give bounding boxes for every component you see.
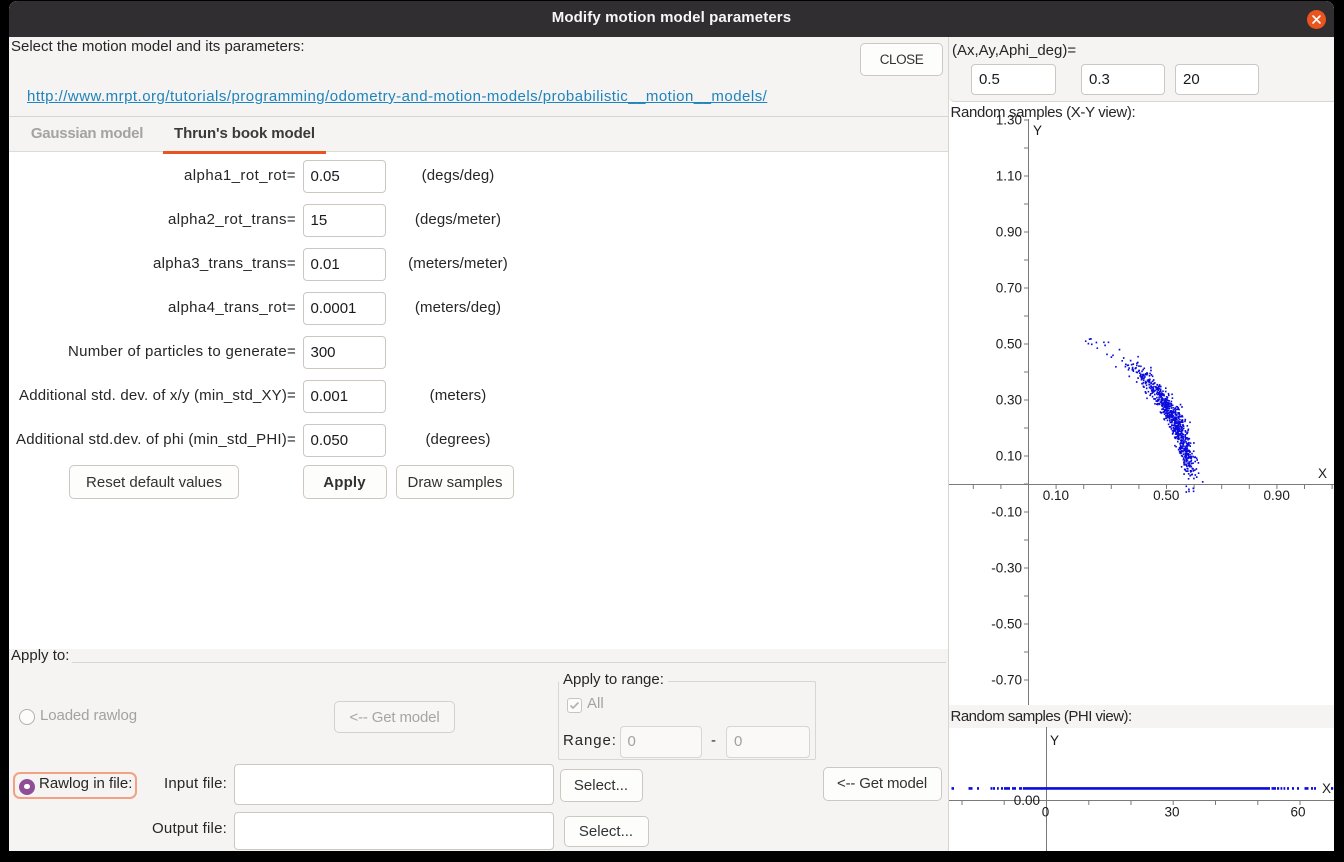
- svg-text:0.10: 0.10: [996, 449, 1022, 464]
- svg-text:0.70: 0.70: [996, 281, 1022, 296]
- svg-text:X: X: [1322, 781, 1331, 796]
- svg-text:0.90: 0.90: [996, 225, 1022, 240]
- svg-text:0.10: 0.10: [1043, 488, 1069, 503]
- svg-text:Y: Y: [1033, 123, 1042, 138]
- svg-text:X: X: [1318, 466, 1327, 481]
- svg-text:0: 0: [1042, 805, 1050, 820]
- svg-text:0.00: 0.00: [1014, 793, 1040, 808]
- svg-text:0.30: 0.30: [996, 393, 1022, 408]
- svg-text:60: 60: [1290, 805, 1305, 820]
- svg-text:-0.70: -0.70: [991, 673, 1022, 688]
- svg-text:1.10: 1.10: [996, 169, 1022, 184]
- svg-text:Y: Y: [1050, 733, 1059, 748]
- svg-text:-0.50: -0.50: [991, 617, 1022, 632]
- svg-text:30: 30: [1164, 805, 1179, 820]
- svg-text:0.50: 0.50: [1153, 488, 1179, 503]
- svg-text:-0.30: -0.30: [991, 561, 1022, 576]
- svg-text:0.50: 0.50: [996, 337, 1022, 352]
- svg-text:0.90: 0.90: [1264, 488, 1290, 503]
- svg-text:-0.10: -0.10: [991, 505, 1022, 520]
- svg-text:1.30: 1.30: [996, 113, 1022, 128]
